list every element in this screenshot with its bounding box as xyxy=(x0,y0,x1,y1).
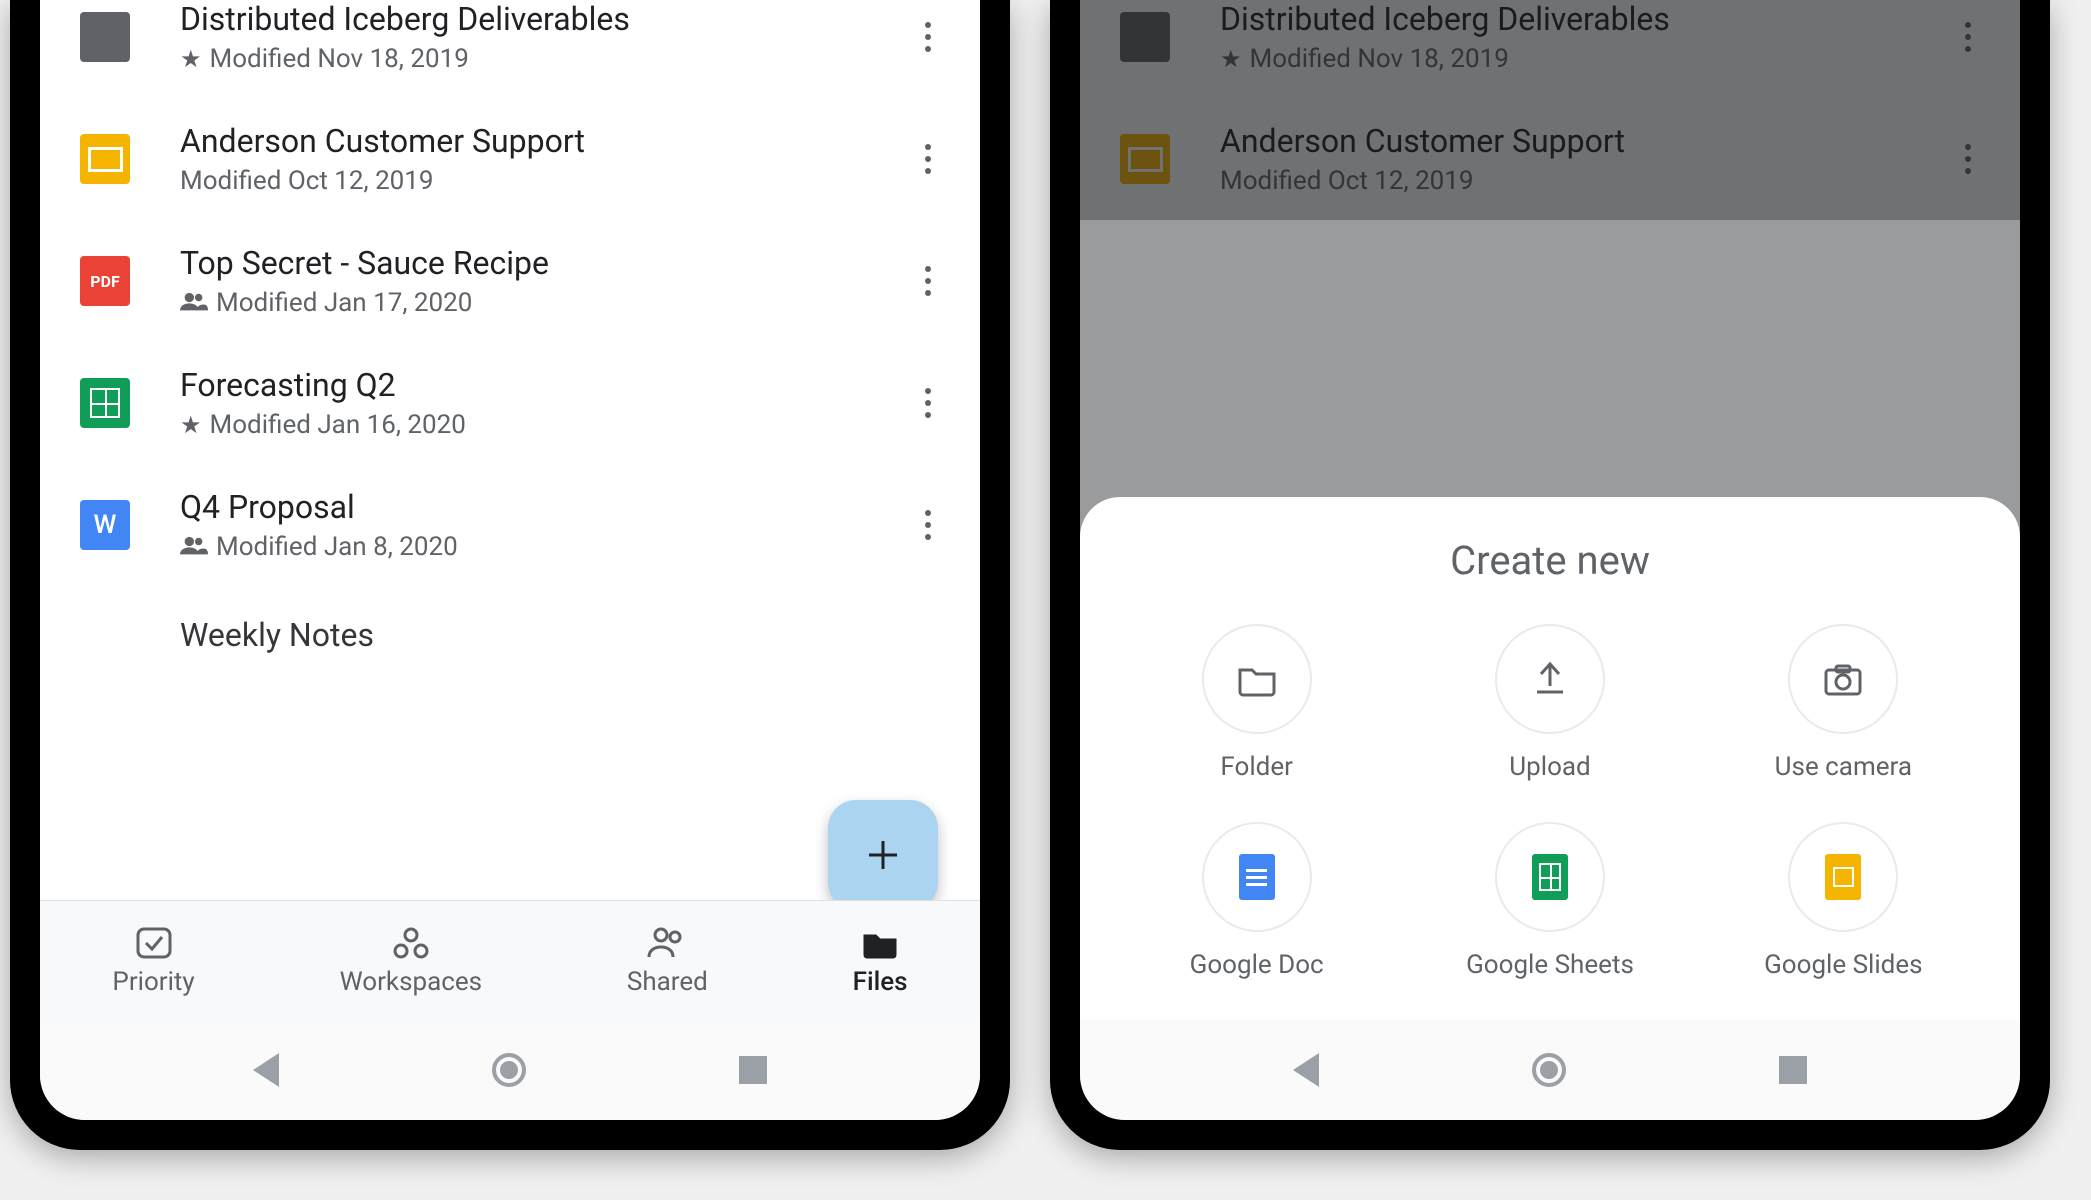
file-modified: Modified Jan 17, 2020 xyxy=(216,288,472,318)
android-back-icon[interactable] xyxy=(1293,1053,1319,1087)
android-recent-icon[interactable] xyxy=(739,1056,767,1084)
more-button[interactable] xyxy=(904,257,952,305)
android-nav xyxy=(40,1020,980,1120)
create-fab[interactable] xyxy=(828,800,938,910)
create-folder[interactable]: Folder xyxy=(1110,624,1403,782)
nav-priority[interactable]: Priority xyxy=(112,925,194,997)
screen-left: Distributed Iceberg Deliverables ★ Modif… xyxy=(40,0,980,1120)
screen-right: Distributed Iceberg Deliverables ★Modifi… xyxy=(1080,0,2020,1120)
file-modified: Modified Oct 12, 2019 xyxy=(180,166,434,196)
create-google-doc[interactable]: Google Doc xyxy=(1110,822,1403,980)
file-title: Forecasting Q2 xyxy=(180,366,904,404)
pdf-icon: PDF xyxy=(80,256,130,306)
file-modified: Modified Jan 16, 2020 xyxy=(210,410,466,440)
more-button[interactable] xyxy=(904,13,952,61)
upload-icon xyxy=(1495,624,1605,734)
file-title: Distributed Iceberg Deliverables xyxy=(180,0,904,38)
google-sheets-icon xyxy=(1495,822,1605,932)
more-button[interactable] xyxy=(904,501,952,549)
file-row[interactable]: Distributed Iceberg Deliverables ★ Modif… xyxy=(40,0,980,98)
android-nav xyxy=(1080,1020,2020,1120)
nav-workspaces[interactable]: Workspaces xyxy=(340,925,482,997)
file-row[interactable]: Anderson Customer Support Modified Oct 1… xyxy=(40,98,980,220)
phone-left: Distributed Iceberg Deliverables ★ Modif… xyxy=(10,0,1010,1150)
file-title: Weekly Notes xyxy=(180,616,952,654)
nav-shared[interactable]: Shared xyxy=(627,925,708,997)
android-home-icon[interactable] xyxy=(492,1053,526,1087)
folder-icon xyxy=(80,12,130,62)
folder-icon xyxy=(1202,624,1312,734)
star-icon: ★ xyxy=(180,45,202,73)
create-google-sheets[interactable]: Google Sheets xyxy=(1403,822,1696,980)
create-upload[interactable]: Upload xyxy=(1403,624,1696,782)
bottom-nav: Priority Workspaces Shared Files xyxy=(40,900,980,1020)
phone-right: Distributed Iceberg Deliverables ★Modifi… xyxy=(1050,0,2050,1150)
file-title: Anderson Customer Support xyxy=(180,122,904,160)
file-row[interactable]: Forecasting Q2 ★ Modified Jan 16, 2020 xyxy=(40,342,980,464)
file-list: Distributed Iceberg Deliverables ★ Modif… xyxy=(40,0,980,684)
shared-icon xyxy=(180,532,208,562)
file-row[interactable]: PDF Top Secret - Sauce Recipe Modified J… xyxy=(40,220,980,342)
nav-files[interactable]: Files xyxy=(853,925,908,997)
file-modified: Modified Jan 8, 2020 xyxy=(216,532,458,562)
more-button[interactable] xyxy=(904,379,952,427)
star-icon: ★ xyxy=(180,411,202,439)
google-doc-icon xyxy=(1202,822,1312,932)
create-google-slides[interactable]: Google Slides xyxy=(1697,822,1990,980)
sheet-title: Create new xyxy=(1110,537,1990,584)
file-row[interactable]: Weekly Notes xyxy=(40,586,980,684)
android-home-icon[interactable] xyxy=(1532,1053,1566,1087)
more-button[interactable] xyxy=(904,135,952,183)
sheets-icon xyxy=(80,378,130,428)
file-row[interactable]: W Q4 Proposal Modified Jan 8, 2020 xyxy=(40,464,980,586)
android-back-icon[interactable] xyxy=(253,1053,279,1087)
camera-icon xyxy=(1788,624,1898,734)
slides-icon xyxy=(80,134,130,184)
create-camera[interactable]: Use camera xyxy=(1697,624,1990,782)
file-title: Top Secret - Sauce Recipe xyxy=(180,244,904,282)
file-modified: Modified Nov 18, 2019 xyxy=(210,44,469,74)
android-recent-icon[interactable] xyxy=(1779,1056,1807,1084)
create-new-sheet: Create new Folder Upload xyxy=(1080,497,2020,1020)
shared-icon xyxy=(180,288,208,318)
google-slides-icon xyxy=(1788,822,1898,932)
word-icon: W xyxy=(80,500,130,550)
file-title: Q4 Proposal xyxy=(180,488,904,526)
